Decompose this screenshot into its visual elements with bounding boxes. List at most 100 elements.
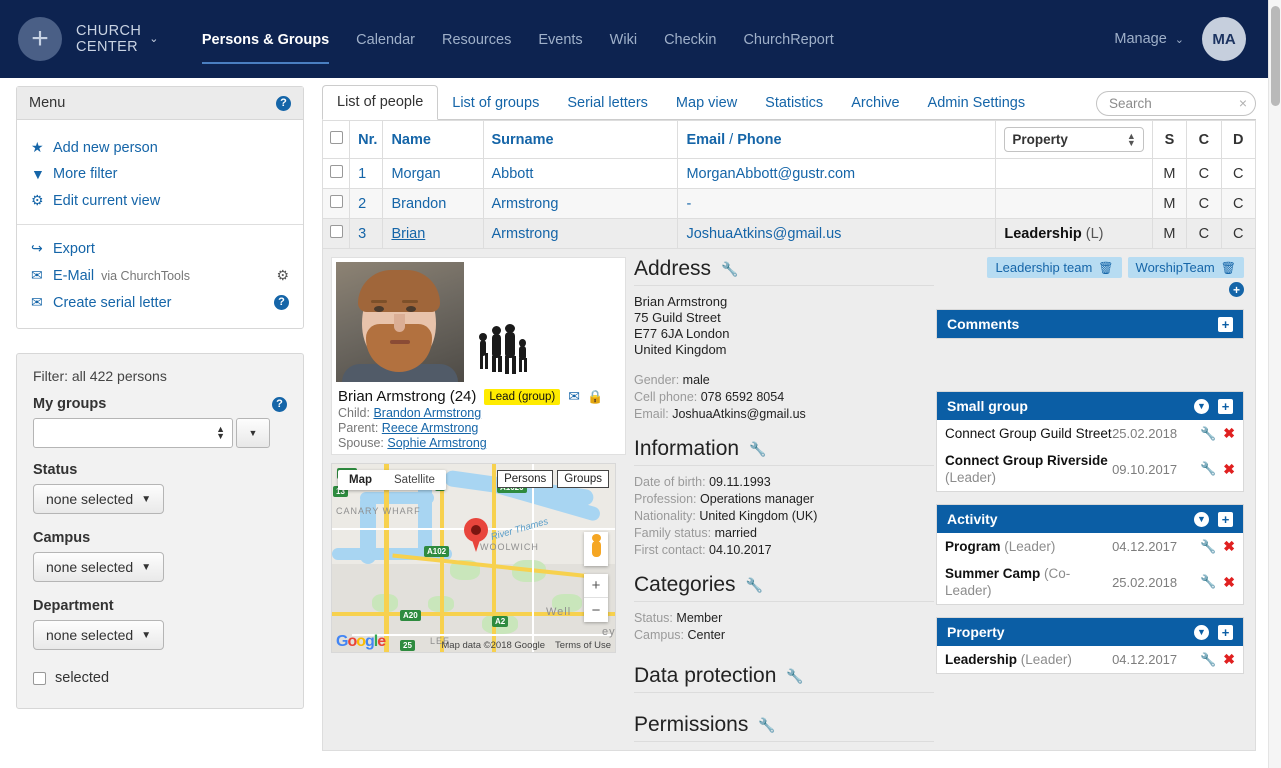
help-icon[interactable]: ? [272,396,287,412]
cell-email[interactable]: - [677,188,997,219]
campus-select[interactable]: none selected ▼ [33,552,165,582]
map-zoom-in-button[interactable]: + [584,574,608,598]
add-property-button[interactable]: + [1218,624,1233,640]
add-activity-button[interactable]: + [1218,511,1233,527]
chevron-down-icon[interactable]: ▼ [1194,398,1209,414]
brand-switcher[interactable]: CHURCH CENTER ⌄ [76,23,159,55]
select-all-header[interactable] [321,120,351,159]
column-header-c[interactable]: C [1186,120,1222,159]
location-map[interactable]: A11 13 3 A1020 A102 A20 A2 25 CANARY WHA… [331,463,616,653]
nav-link-persons-groups[interactable]: Persons & Groups [201,30,330,64]
family-icon[interactable] [472,320,534,376]
select-all-checkbox[interactable] [329,131,343,144]
selected-checkbox[interactable] [33,671,46,685]
row-checkbox[interactable] [329,165,343,178]
lock-icon[interactable]: 🔒 [587,389,603,405]
nav-link-events[interactable]: Events [538,30,582,48]
gear-icon[interactable]: ⚙ [276,267,289,284]
map-button-persons[interactable]: Persons [497,470,554,488]
table-row[interactable]: 3 Brian Armstrong JoshuaAtkins@gmail.us … [321,218,1257,249]
nav-link-churchreport[interactable]: ChurchReport [743,30,833,48]
add-small-group-button[interactable]: + [1218,398,1233,414]
map-zoom-out-button[interactable]: − [584,598,608,622]
cell-email[interactable]: JoshuaAtkins@gmail.us [677,218,997,249]
delete-icon[interactable]: ✖ [1223,461,1235,478]
add-group-tag-button[interactable]: + [1229,282,1244,297]
manage-menu[interactable]: Manage [1114,31,1166,47]
nav-link-checkin[interactable]: Checkin [664,30,716,48]
row-checkbox-cell[interactable] [321,158,351,189]
cell-surname[interactable]: Armstrong [482,218,679,249]
table-row[interactable]: 1 Morgan Abbott MorganAbbott@gustr.com M… [321,158,1257,189]
column-header-nr[interactable]: Nr. [349,120,384,159]
column-header-email-phone[interactable]: Email / Phone [677,120,997,159]
menu-item-add-new-person[interactable]: ★ Add new person [17,134,303,161]
trash-icon[interactable]: 🗑 [1221,261,1236,275]
delete-icon[interactable]: ✖ [1223,538,1235,555]
page-scrollbar[interactable] [1268,0,1281,768]
wrench-icon[interactable]: 🔧 [1200,539,1216,555]
cell-name-link[interactable]: Brian [391,226,425,242]
tab-serial-letters[interactable]: Serial letters [553,87,662,120]
row-checkbox[interactable] [329,195,343,208]
delete-icon[interactable]: ✖ [1223,425,1235,442]
menu-item-edit-current-view[interactable]: ⚙ Edit current view [17,187,303,214]
menu-item-create-serial-letter[interactable]: ✉ Create serial letter ? [17,289,303,316]
delete-icon[interactable]: ✖ [1223,651,1235,668]
wrench-icon[interactable]: 🔧 [749,441,766,458]
menu-item-more-filter[interactable]: ▼ More filter [17,161,303,187]
wrench-icon[interactable]: 🔧 [721,261,738,278]
delete-icon[interactable]: ✖ [1223,574,1235,591]
tab-archive[interactable]: Archive [837,87,913,120]
wrench-icon[interactable]: 🔧 [1200,652,1216,668]
tab-admin-settings[interactable]: Admin Settings [914,87,1040,120]
wrench-icon[interactable]: 🔧 [1200,461,1216,477]
tab-list-of-groups[interactable]: List of groups [438,87,553,120]
column-header-d[interactable]: D [1220,120,1257,159]
nav-link-calendar[interactable]: Calendar [356,30,415,48]
map-type-satellite[interactable]: Satellite [383,470,446,490]
wrench-icon[interactable]: 🔧 [786,668,803,685]
map-location-pin[interactable] [464,518,488,552]
selected-checkbox-row[interactable]: selected [33,670,287,686]
table-row[interactable]: 2 Brandon Armstrong - M C C [321,188,1257,219]
cell-name[interactable]: Brian [382,218,484,249]
department-select[interactable]: none selected ▼ [33,620,165,650]
app-logo[interactable]: + [18,17,62,61]
add-comment-button[interactable]: + [1218,316,1233,332]
cell-name[interactable]: Brandon [382,188,484,219]
group-tag-worship-team[interactable]: WorshipTeam 🗑 [1127,257,1244,278]
tab-list-of-people[interactable]: List of people [322,85,439,120]
tab-map-view[interactable]: Map view [662,87,751,120]
nav-link-resources[interactable]: Resources [442,30,511,48]
relation-parent-link[interactable]: Reece Armstrong [382,421,479,435]
column-header-name[interactable]: Name [382,120,484,159]
menu-item-export[interactable]: ↪ Export [17,235,303,262]
my-groups-dropdown-button[interactable]: ▼ [236,418,270,448]
wrench-icon[interactable]: 🔧 [1200,426,1216,442]
wrench-icon[interactable]: 🔧 [758,717,775,734]
property-select[interactable]: Property ▲ ▼ [1004,127,1144,152]
column-header-surname[interactable]: Surname [482,120,679,159]
avatar[interactable]: MA [1202,17,1246,61]
status-select[interactable]: none selected ▼ [33,484,165,514]
chevron-down-icon[interactable]: ▼ [1194,511,1209,527]
row-checkbox-cell[interactable] [321,218,351,249]
column-header-s[interactable]: S [1151,120,1188,159]
cell-email[interactable]: MorganAbbott@gustr.com [677,158,997,189]
row-checkbox-cell[interactable] [321,188,351,219]
my-groups-input[interactable]: ▲ ▼ [33,418,233,448]
cell-surname[interactable]: Armstrong [482,188,679,219]
search-input[interactable]: Search [1096,91,1256,116]
help-icon[interactable]: ? [276,95,291,111]
scrollbar-thumb[interactable] [1271,6,1280,106]
map-terms-of-use[interactable]: Terms of Use [555,640,611,651]
chevron-down-icon[interactable]: ▼ [1194,624,1209,640]
nav-link-wiki[interactable]: Wiki [610,30,637,48]
menu-item-email[interactable]: ✉ E-Mail via ChurchTools ⚙ [17,262,303,289]
help-icon[interactable]: ? [274,295,289,310]
wrench-icon[interactable]: 🔧 [746,577,763,594]
relation-child-link[interactable]: Brandon Armstrong [373,406,481,420]
map-type-map[interactable]: Map [338,470,383,490]
street-view-pegman-icon[interactable] [584,532,608,566]
